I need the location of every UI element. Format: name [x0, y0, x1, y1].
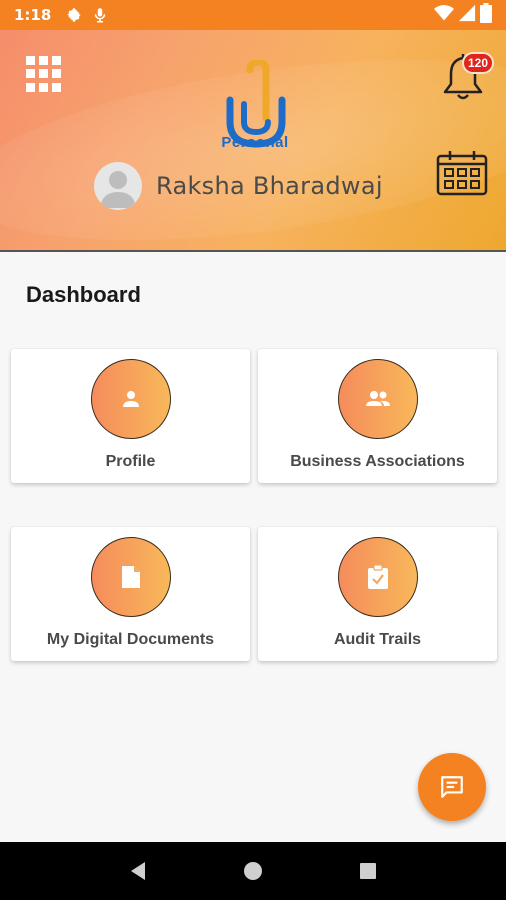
home-icon[interactable] [242, 860, 264, 882]
back-icon[interactable] [127, 860, 149, 882]
document-icon [91, 537, 171, 617]
gear-icon [65, 6, 83, 24]
user-name: Raksha Bharadwaj [156, 172, 383, 200]
avatar[interactable] [94, 162, 142, 210]
wifi-icon [434, 4, 454, 27]
people-icon [338, 359, 418, 439]
status-right-icons [434, 2, 492, 28]
card-business-associations[interactable]: Business Associations [258, 349, 497, 483]
apps-grid-icon[interactable] [26, 56, 62, 92]
status-bar: 1:18 [0, 0, 506, 30]
mic-icon [91, 6, 109, 24]
card-profile[interactable]: Profile [11, 349, 250, 483]
system-nav-bar [0, 842, 506, 900]
card-digital-documents[interactable]: My Digital Documents [11, 527, 250, 661]
chat-icon [441, 776, 463, 798]
calendar-icon[interactable] [436, 150, 488, 196]
signal-icon [458, 4, 476, 27]
page-title: Dashboard [26, 282, 141, 307]
card-label: Profile [105, 453, 156, 470]
logo-text: Personal [221, 134, 289, 151]
notification-badge: 120 [462, 52, 495, 74]
person-icon [91, 359, 171, 439]
battery-icon [480, 2, 492, 28]
chat-button[interactable] [418, 753, 486, 821]
card-label: Audit Trails [333, 631, 422, 648]
status-time: 1:18 [14, 6, 52, 24]
card-audit-trails[interactable]: Audit Trails [258, 527, 497, 661]
card-label: Business Associations [290, 453, 465, 470]
profile-header: Personal 120 Raksha Bharadwaj [0, 30, 506, 252]
clipboard-check-icon [338, 537, 418, 617]
recents-icon[interactable] [357, 860, 379, 882]
card-label: My Digital Documents [46, 631, 215, 648]
